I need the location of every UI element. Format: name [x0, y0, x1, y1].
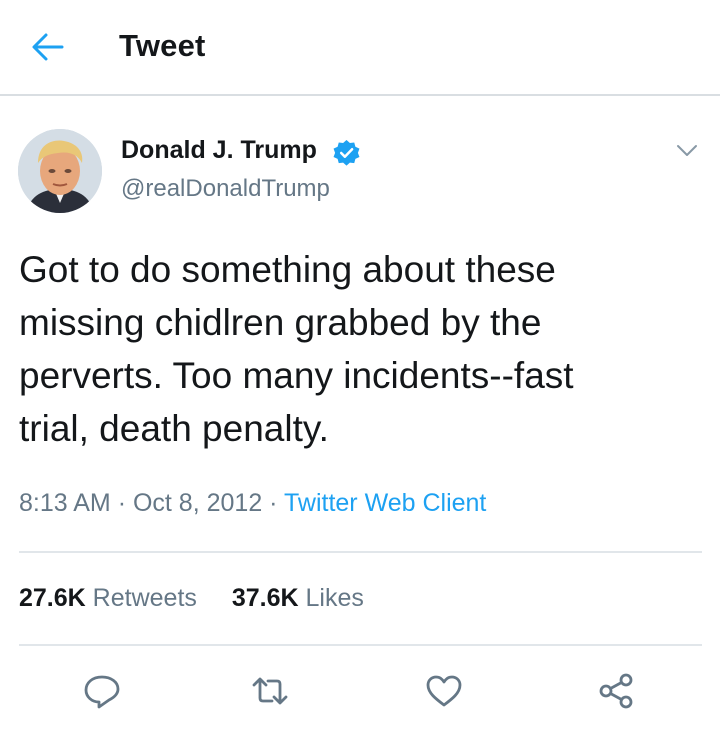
- tweet-line: Got to do something about these: [19, 249, 556, 290]
- divider: [19, 644, 702, 646]
- tweet-date: Oct 8, 2012: [132, 489, 263, 517]
- meta-separator: ·: [117, 489, 127, 517]
- meta-separator: ·: [269, 489, 278, 517]
- author-handle[interactable]: @realDonaldTrump: [121, 175, 330, 203]
- author-display-name[interactable]: Donald J. Trump: [121, 136, 317, 165]
- likes-count: 37.6K: [231, 584, 299, 612]
- verified-badge-icon: [333, 139, 360, 166]
- tweet-time: 8:13 AM: [19, 489, 111, 517]
- retweets-stat[interactable]: 27.6K Retweets: [19, 584, 197, 612]
- share-icon[interactable]: [596, 672, 636, 710]
- tweet-line: trial, death penalty.: [19, 408, 329, 449]
- retweets-count: 27.6K: [19, 584, 86, 612]
- likes-stat[interactable]: 37.6K Likes: [232, 584, 364, 612]
- retweet-icon[interactable]: [250, 672, 290, 710]
- retweets-label: Retweets: [92, 584, 197, 612]
- page-title: Tweet: [119, 28, 206, 63]
- arrow-left-icon[interactable]: [30, 32, 64, 62]
- tweet-text: Got to do something about these missing …: [19, 243, 699, 455]
- divider: [19, 551, 702, 553]
- chevron-down-icon[interactable]: [675, 140, 699, 160]
- tweet-line: missing chidlren grabbed by the: [19, 302, 542, 343]
- reply-icon[interactable]: [82, 672, 122, 710]
- tweet-metadata: 8:13 AM · Oct 8, 2012 · Twitter Web Clie…: [19, 489, 486, 518]
- top-bar: Tweet: [0, 0, 720, 96]
- avatar[interactable]: [18, 129, 102, 213]
- tweet-client-link[interactable]: Twitter Web Client: [284, 489, 486, 517]
- tweet-line: perverts. Too many incidents--fast: [19, 355, 574, 396]
- tweet-stats: 27.6K Retweets 37.6K Likes: [19, 584, 392, 613]
- likes-label: Likes: [305, 584, 364, 612]
- heart-icon[interactable]: [424, 672, 464, 710]
